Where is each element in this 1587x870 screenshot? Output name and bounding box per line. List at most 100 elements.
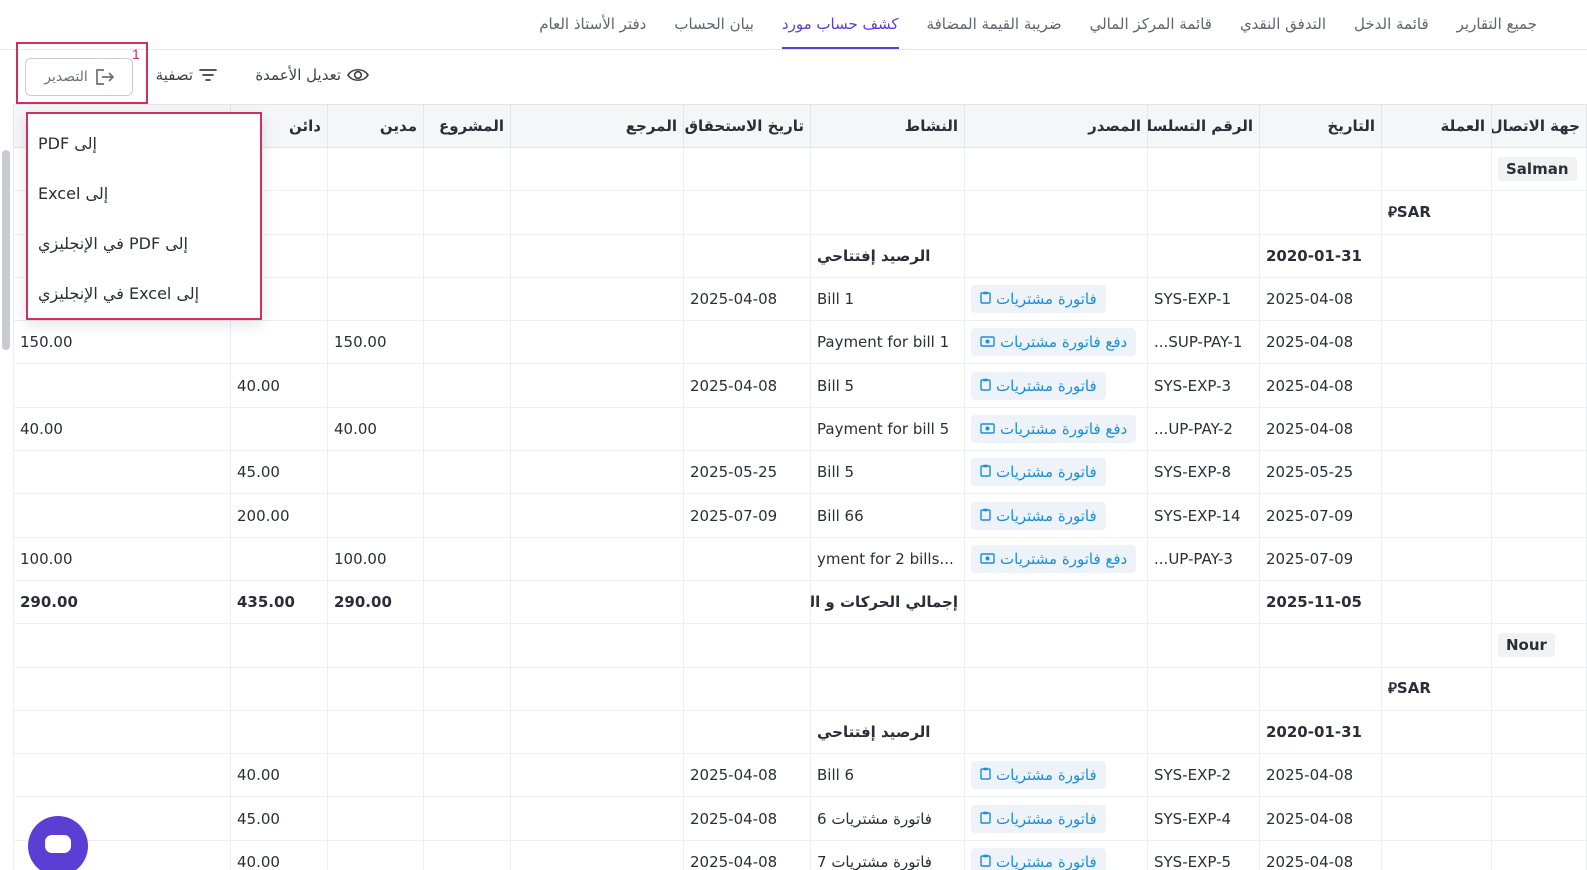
source-label: فاتورة مشتريات bbox=[996, 766, 1097, 785]
column-header-7[interactable]: المرجع bbox=[510, 104, 684, 148]
cash-icon bbox=[980, 550, 995, 568]
column-header-5[interactable]: النشاط bbox=[810, 104, 965, 148]
column-header-4[interactable]: المصدر bbox=[964, 104, 1148, 148]
edit-columns-button[interactable]: تعديل الأعمدة bbox=[255, 66, 369, 84]
cell-تاريخ الاستحقاق: 2025-04-08 bbox=[683, 796, 811, 841]
source-label: فاتورة مشتريات bbox=[996, 809, 1097, 828]
column-header-8[interactable]: المشروع bbox=[423, 104, 511, 148]
cell-المصدر bbox=[964, 146, 1148, 192]
cell-التاريخ: 2025-04-08 bbox=[1259, 839, 1382, 870]
cell-تاريخ الاستحقاق bbox=[683, 536, 811, 581]
cell-الرصيد: 100.00 bbox=[13, 536, 231, 581]
tab-4[interactable]: ضريبة القيمة المضافة bbox=[913, 0, 1076, 49]
tab-6[interactable]: بيان الحساب bbox=[660, 0, 768, 49]
cell-الرصيد bbox=[13, 363, 231, 408]
cell-المرجع bbox=[510, 623, 684, 668]
cell-دائن: 40.00 bbox=[230, 753, 328, 798]
cell-دائن bbox=[230, 536, 328, 581]
cell-الرقم التسلسلي: SYS-EXP-3 bbox=[1147, 363, 1260, 408]
cell-مدين bbox=[327, 796, 424, 841]
tab-2[interactable]: التدفق النقدي bbox=[1226, 0, 1340, 49]
cell-المشروع bbox=[423, 363, 511, 408]
bill-source-link[interactable]: فاتورة مشتريات bbox=[971, 847, 1106, 870]
cell-التاريخ bbox=[1259, 190, 1382, 235]
tab-3[interactable]: قائمة المركز المالي bbox=[1076, 0, 1226, 49]
bill-source-link[interactable]: فاتورة مشتريات bbox=[971, 804, 1106, 833]
column-header-1[interactable]: العملة bbox=[1381, 104, 1492, 148]
cell-دائن bbox=[230, 320, 328, 365]
table-row: SAR⃁ bbox=[13, 666, 1587, 711]
cell-التاريخ: 2020-01-31 bbox=[1259, 233, 1382, 278]
cell-المشروع bbox=[423, 753, 511, 798]
vertical-scrollbar[interactable] bbox=[2, 150, 10, 350]
column-header-0[interactable]: جهة الاتصال bbox=[1491, 104, 1587, 148]
cell-التاريخ bbox=[1259, 146, 1382, 192]
cell-النشاط: إجمالي الحركات و الر bbox=[810, 579, 965, 625]
cell-المشروع bbox=[423, 493, 511, 538]
clipboard-icon bbox=[980, 377, 991, 395]
filter-button[interactable]: تصفية bbox=[156, 66, 217, 84]
column-header-2[interactable]: التاريخ bbox=[1259, 104, 1382, 148]
cell-دائن bbox=[230, 406, 328, 452]
cell-مدين: 290.00 bbox=[327, 579, 424, 625]
currency-code: SAR bbox=[1396, 202, 1431, 221]
cell-المرجع bbox=[510, 406, 684, 452]
cell-الرصيد: 40.00 bbox=[13, 406, 231, 452]
cell-المشروع bbox=[423, 839, 511, 870]
cell-تاريخ الاستحقاق bbox=[683, 320, 811, 365]
bill-source-link[interactable]: فاتورة مشتريات bbox=[971, 458, 1106, 487]
cell-المصدر: دفع فاتورة مشتريات bbox=[964, 320, 1148, 365]
cell-النشاط: Bill 5 bbox=[810, 363, 965, 408]
cell-تاريخ الاستحقاق bbox=[683, 146, 811, 192]
bill-source-link[interactable]: فاتورة مشتريات bbox=[971, 501, 1106, 530]
cell-دائن bbox=[230, 623, 328, 668]
clipboard-icon bbox=[980, 290, 991, 308]
cell-المصدر: فاتورة مشتريات bbox=[964, 363, 1148, 408]
payment-source-link[interactable]: دفع فاتورة مشتريات bbox=[971, 328, 1137, 357]
tab-0[interactable]: جميع التقارير bbox=[1443, 0, 1551, 49]
export-menu-item-3[interactable]: إلى Excel في الإنجليزي bbox=[28, 268, 260, 318]
bill-source-link[interactable]: فاتورة مشتريات bbox=[971, 285, 1106, 314]
cell-الرقم التسلسلي bbox=[1147, 666, 1260, 711]
export-menu-item-2[interactable]: إلى PDF في الإنجليزي bbox=[28, 218, 260, 268]
cell-النشاط: فاتورة مشتريات 6 bbox=[810, 796, 965, 841]
column-header-3[interactable]: الرقم التسلسلي bbox=[1147, 104, 1260, 148]
cash-icon bbox=[980, 333, 995, 351]
cell-الرقم التسلسلي: SYS-EXP-8 bbox=[1147, 450, 1260, 495]
tab-5[interactable]: كشف حساب مورد bbox=[768, 0, 913, 49]
cell-جهة الاتصال bbox=[1491, 233, 1587, 278]
column-header-9[interactable]: مدين bbox=[327, 104, 424, 148]
clipboard-icon bbox=[980, 507, 991, 525]
cell-المصدر: دفع فاتورة مشتريات bbox=[964, 406, 1148, 452]
riyal-icon: ⃁ bbox=[1388, 679, 1397, 698]
cell-النشاط: الرصيد إفتتاحي bbox=[810, 709, 965, 755]
cell-مدين bbox=[327, 276, 424, 322]
filter-label: تصفية bbox=[155, 66, 193, 84]
cell-النشاط: ...yment for 2 bills bbox=[810, 536, 965, 581]
tab-7[interactable]: دفتر الأستاذ العام bbox=[525, 0, 660, 49]
cell-المشروع bbox=[423, 190, 511, 235]
cell-الرصيد bbox=[13, 623, 231, 668]
chat-button[interactable] bbox=[28, 816, 88, 870]
bill-source-link[interactable]: فاتورة مشتريات bbox=[971, 371, 1106, 400]
cell-جهة الاتصال bbox=[1491, 493, 1587, 538]
export-menu-item-1[interactable]: إلى Excel bbox=[28, 168, 260, 218]
source-label: دفع فاتورة مشتريات bbox=[1000, 333, 1128, 352]
toolbar: تعديل الأعمدة تصفية التصدير bbox=[0, 50, 1587, 104]
cell-مدين bbox=[327, 623, 424, 668]
cell-الرصيد: 150.00 bbox=[13, 320, 231, 365]
bill-source-link[interactable]: فاتورة مشتريات bbox=[971, 761, 1106, 790]
tab-1[interactable]: قائمة الدخل bbox=[1340, 0, 1443, 49]
cell-تاريخ الاستحقاق: 2025-07-09 bbox=[683, 493, 811, 538]
cell-تاريخ الاستحقاق bbox=[683, 190, 811, 235]
cell-تاريخ الاستحقاق bbox=[683, 233, 811, 278]
cell-النشاط bbox=[810, 146, 965, 192]
cell-العملة bbox=[1381, 839, 1492, 870]
export-menu-item-0[interactable]: إلى PDF bbox=[28, 118, 260, 168]
column-header-6[interactable]: تاريخ الاستحقاق bbox=[683, 104, 811, 148]
payment-source-link[interactable]: دفع فاتورة مشتريات bbox=[971, 544, 1137, 573]
cell-المرجع bbox=[510, 276, 684, 322]
cell-جهة الاتصال bbox=[1491, 579, 1587, 625]
table-row: 2025-04-08 SUP-PAY-1... دفع فاتورة مشتريات… bbox=[13, 320, 1587, 365]
payment-source-link[interactable]: دفع فاتورة مشتريات bbox=[971, 414, 1137, 443]
